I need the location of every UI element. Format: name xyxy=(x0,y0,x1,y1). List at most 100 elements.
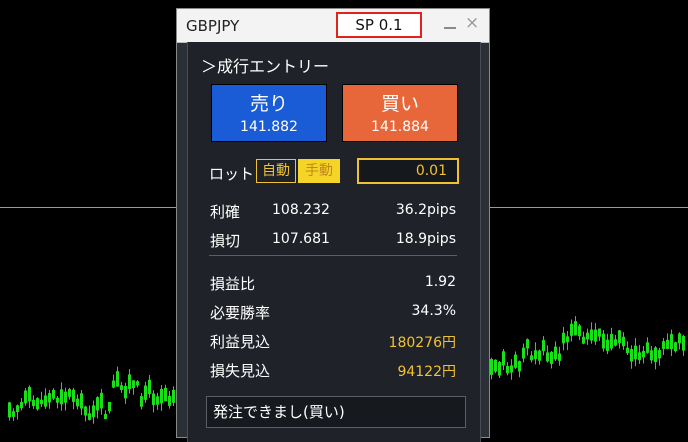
candle-body xyxy=(538,350,541,361)
expected-loss-value: 94122円 xyxy=(397,364,456,380)
candle-body xyxy=(40,399,43,405)
candle-body xyxy=(654,347,657,363)
lot-mode-auto-button[interactable]: 自動 xyxy=(256,159,296,183)
take-profit-label: 利確 xyxy=(210,203,241,221)
lot-mode-manual-button[interactable]: 手動 xyxy=(298,159,340,183)
candle-body xyxy=(148,379,151,394)
candle-body xyxy=(594,329,597,342)
candle-body xyxy=(48,393,51,403)
candle-body xyxy=(622,336,625,347)
candle-body xyxy=(626,347,629,354)
window-titlebar[interactable]: GBPJPY SP 0.1 × xyxy=(177,9,489,43)
candle-body xyxy=(104,413,107,420)
candle-body xyxy=(164,387,167,402)
candle-body xyxy=(136,381,139,386)
candle-body xyxy=(526,339,529,349)
order-status-message: 発注できまし(買い) xyxy=(206,396,466,428)
candle-body xyxy=(44,395,47,407)
candle-body xyxy=(522,347,525,359)
stop-loss-price: 107.681 xyxy=(272,231,330,247)
candle-body xyxy=(60,389,63,405)
candle-body xyxy=(646,342,649,353)
candle-body xyxy=(618,330,621,344)
sell-price: 141.882 xyxy=(240,119,298,135)
candle-body xyxy=(68,389,71,397)
risk-reward-value: 1.92 xyxy=(424,274,456,290)
required-win-rate-value: 34.3% xyxy=(411,303,456,319)
candle-body xyxy=(144,385,147,400)
candle-body xyxy=(160,388,163,404)
candle-body xyxy=(614,339,617,346)
candle-body xyxy=(530,355,533,361)
candle-body xyxy=(132,380,135,389)
candle-body xyxy=(16,405,19,413)
candle-body xyxy=(96,397,99,411)
sell-button[interactable]: 売り 141.882 xyxy=(211,84,327,142)
candle-body xyxy=(12,411,15,417)
candle-body xyxy=(542,340,545,352)
candle-body xyxy=(100,392,103,409)
candle-body xyxy=(678,333,681,344)
buy-label: 買い xyxy=(380,93,419,115)
candle-body xyxy=(80,393,83,409)
candle-body xyxy=(518,361,521,372)
candle-body xyxy=(570,323,573,336)
buy-button[interactable]: 買い 141.884 xyxy=(342,84,458,142)
order-panel-window[interactable]: GBPJPY SP 0.1 × ＞成行エントリー 売り 141.882 買い 1… xyxy=(176,8,490,442)
expected-profit-value: 180276円 xyxy=(388,335,456,351)
candle-body xyxy=(514,354,517,368)
candle-body xyxy=(554,346,557,360)
lot-size-input[interactable]: 0.01 xyxy=(357,158,459,184)
take-profit-pips: 36.2pips xyxy=(395,202,456,218)
close-icon[interactable]: × xyxy=(465,13,479,33)
candle-body xyxy=(36,398,39,410)
candle-body xyxy=(682,335,685,351)
candle-body xyxy=(558,353,561,361)
candle-body xyxy=(156,396,159,405)
expected-loss-label: 損失見込 xyxy=(210,362,271,380)
candle-body xyxy=(140,396,143,407)
candle-body xyxy=(506,366,509,374)
candle-body xyxy=(76,398,79,407)
candle-body xyxy=(88,413,91,420)
candle-body xyxy=(602,333,605,349)
candle-body xyxy=(24,390,27,404)
spread-indicator: SP 0.1 xyxy=(336,12,422,38)
candle-body xyxy=(666,339,669,349)
take-profit-price: 108.232 xyxy=(272,202,330,218)
stop-loss-label: 損切 xyxy=(210,232,241,250)
minimize-icon[interactable] xyxy=(442,15,458,33)
candle-body xyxy=(630,349,633,362)
market-entry-header: ＞成行エントリー xyxy=(201,57,330,76)
sell-label: 売り xyxy=(249,93,288,115)
candle-body xyxy=(582,336,585,344)
candle-body xyxy=(598,328,601,337)
stop-loss-pips: 18.9pips xyxy=(395,231,456,247)
candle-body xyxy=(8,402,11,418)
buy-price: 141.884 xyxy=(371,119,429,135)
candle-body xyxy=(502,351,505,366)
candle-body xyxy=(658,350,661,359)
candle-body xyxy=(172,390,175,403)
candle-body xyxy=(124,385,127,399)
lot-label: ロット xyxy=(209,165,255,183)
candle-body xyxy=(510,365,513,373)
candle-body xyxy=(674,342,677,352)
candle-body xyxy=(606,339,609,351)
candle-body xyxy=(610,334,613,349)
candle-body xyxy=(108,401,111,412)
candle-body xyxy=(116,371,119,387)
candle-body xyxy=(546,352,549,362)
candle-body xyxy=(566,336,569,343)
candle-body xyxy=(498,362,501,376)
required-win-rate-label: 必要勝率 xyxy=(210,304,271,322)
candle-body xyxy=(128,374,131,390)
candle-body xyxy=(120,385,123,390)
candle-body xyxy=(72,389,75,402)
candle-body xyxy=(56,397,59,403)
candle-body xyxy=(84,406,87,416)
candle-body xyxy=(152,393,155,405)
candle-body xyxy=(64,391,67,403)
candle-body xyxy=(590,329,593,341)
candle-body xyxy=(578,325,581,337)
